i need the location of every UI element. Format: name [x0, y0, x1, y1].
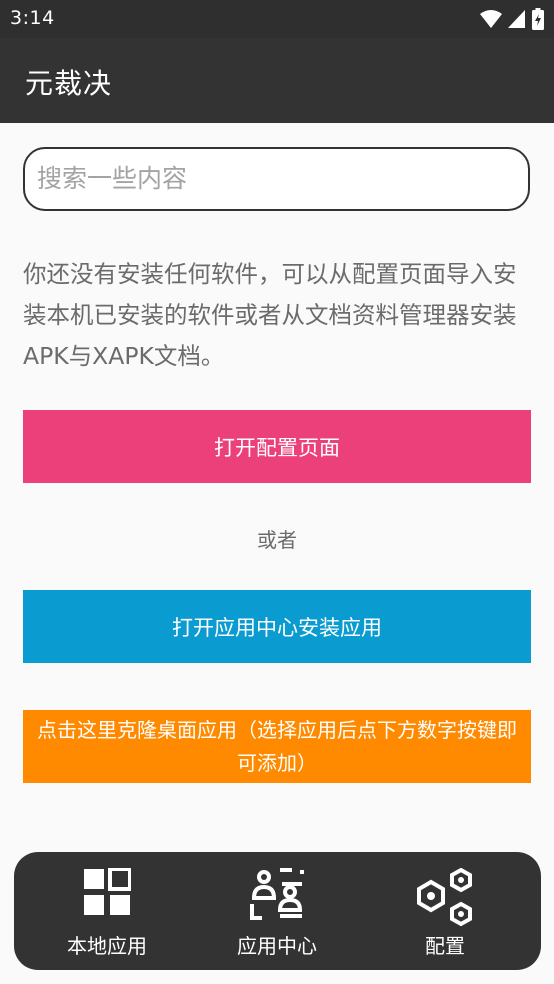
nav-item-local-apps[interactable]: 本地应用: [22, 852, 192, 970]
battery-icon: [532, 8, 544, 30]
nav-label-local-apps: 本地应用: [67, 934, 147, 958]
search-box[interactable]: [23, 147, 530, 211]
nav-label-app-center: 应用中心: [237, 934, 317, 958]
status-time: 3:14: [10, 7, 55, 29]
bottom-nav: 本地应用 应用中心 配置: [14, 852, 541, 970]
empty-state-message: 你还没有安装任何软件，可以从配置页面导入安装本机已安装的软件或者从文档资料管理器…: [23, 260, 517, 370]
open-config-button[interactable]: 打开配置页面: [23, 410, 531, 483]
app-center-icon: [250, 868, 304, 920]
app-title: 元裁决: [25, 67, 113, 100]
nav-item-app-center[interactable]: 应用中心: [192, 852, 362, 970]
search-input[interactable]: [37, 149, 517, 208]
signal-icon: [508, 10, 525, 28]
hexagons-icon: [417, 868, 472, 927]
clone-desktop-apps-button[interactable]: 点击这里克隆桌面应用（选择应用后点下方数字按键即可添加）: [23, 710, 531, 783]
nav-item-config[interactable]: 配置: [360, 852, 530, 970]
status-icons: [480, 8, 544, 30]
grid-icon: [84, 868, 131, 915]
open-appcenter-button[interactable]: 打开应用中心安装应用: [23, 590, 531, 663]
status-bar: 3:14: [0, 0, 554, 38]
wifi-icon: [480, 10, 502, 28]
or-label: 或者: [257, 528, 297, 552]
nav-label-config: 配置: [425, 934, 465, 958]
app-bar: 元裁决: [0, 38, 554, 123]
